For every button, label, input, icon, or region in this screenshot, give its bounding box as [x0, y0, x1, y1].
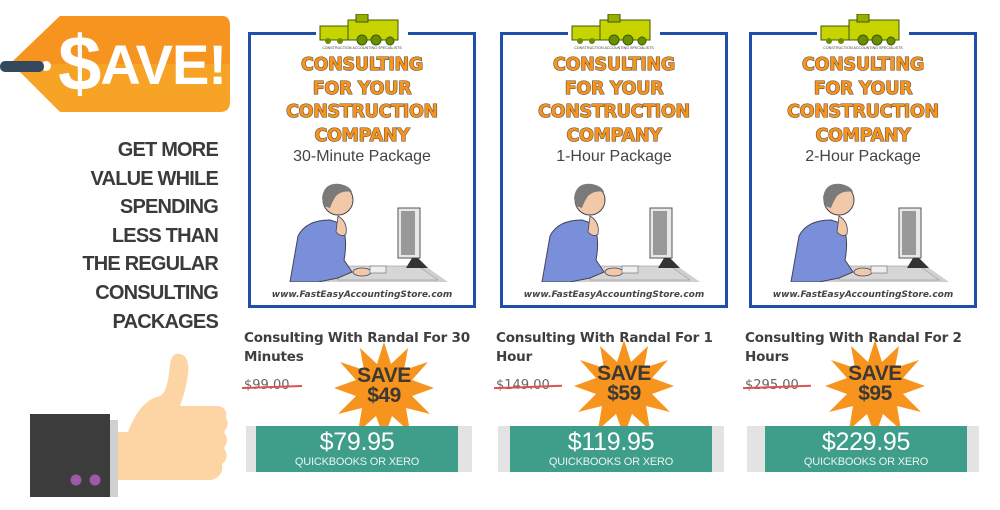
thumbs-up-icon	[30, 353, 228, 497]
cover-package-label: 30-Minute Package	[293, 148, 431, 165]
logo-caption: CONSTRUCTION ACCOUNTING SPECIALISTS	[823, 46, 903, 50]
price-subtitle: QUICKBOOKS OR XERO	[803, 456, 929, 468]
cover-title-line: FOR YOUR	[312, 78, 412, 99]
logo-caption: CONSTRUCTION ACCOUNTING SPECIALISTS	[574, 46, 654, 50]
train-logo-icon	[820, 14, 900, 46]
cover-title-line: CONSULTING	[553, 55, 676, 76]
product-cover-image[interactable]: CONSTRUCTION ACCOUNTING SPECIALISTS CONS…	[749, 14, 977, 310]
save-amount: $49	[367, 384, 401, 407]
cover-title-line: CONSTRUCTION	[787, 102, 940, 123]
cover-title: CONSULTING FOR YOUR CONSTRUCTION COMPANY	[500, 54, 728, 148]
cover-url: www.FastEasyAccountingStore.com	[523, 290, 705, 300]
product-card: CONSTRUCTION ACCOUNTING SPECIALISTS CONS…	[242, 0, 492, 510]
cover-package-label: 1-Hour Package	[556, 148, 672, 165]
save-amount: $59	[607, 382, 641, 405]
man-at-computer-illustration	[278, 176, 448, 282]
product-card: CONSTRUCTION ACCOUNTING SPECIALISTS CONS…	[743, 0, 993, 510]
cover-title-line: FOR YOUR	[564, 78, 664, 99]
save-amount: $95	[858, 382, 892, 405]
cover-title: CONSULTING FOR YOUR CONSTRUCTION COMPANY	[749, 54, 977, 148]
tag-dollar: $	[58, 19, 101, 107]
train-logo: CONSTRUCTION ACCOUNTING SPECIALISTS	[817, 14, 909, 54]
logo-caption: CONSTRUCTION ACCOUNTING SPECIALISTS	[322, 46, 402, 50]
save-tag-text: $AVE!	[58, 24, 227, 102]
product-card: CONSTRUCTION ACCOUNTING SPECIALISTS CONS…	[494, 0, 744, 510]
cover-url: www.FastEasyAccountingStore.com	[271, 290, 453, 300]
man-at-computer-illustration	[530, 176, 700, 282]
promo-line: CONSULTING	[95, 281, 219, 304]
train-logo-icon	[319, 14, 399, 46]
cover-title-line: FOR YOUR	[813, 78, 913, 99]
buy-button[interactable]: $119.95 QUICKBOOKS OR XERO	[510, 426, 712, 472]
man-at-computer-illustration	[779, 176, 949, 282]
cover-title-line: COMPANY	[314, 125, 410, 146]
man-at-computer-icon	[790, 183, 949, 282]
save-label: SAVE	[597, 362, 651, 385]
savings-badge: SAVE $95	[825, 340, 925, 436]
thumbs-up-illustration	[30, 352, 230, 497]
buy-button-wrapper: $229.95 QUICKBOOKS OR XERO	[747, 426, 979, 472]
promo-line: THE REGULAR	[82, 253, 218, 276]
original-price: $295.00	[745, 378, 799, 393]
original-price: $99.00	[244, 378, 290, 393]
savings-badge: SAVE $49	[334, 342, 434, 438]
buy-button[interactable]: $229.95 QUICKBOOKS OR XERO	[765, 426, 967, 472]
sale-price: $79.95	[319, 428, 395, 456]
promo-headline: GET MORE VALUE WHILE SPENDING LESS THAN …	[40, 136, 218, 336]
buy-button[interactable]: $79.95 QUICKBOOKS OR XERO	[256, 426, 458, 472]
man-at-computer-icon	[541, 183, 700, 282]
cover-title-line: CONSTRUCTION	[286, 102, 439, 123]
cover-url: www.FastEasyAccountingStore.com	[772, 290, 954, 300]
promo-line: LESS THAN	[111, 224, 219, 247]
buy-button-wrapper: $79.95 QUICKBOOKS OR XERO	[246, 426, 472, 472]
cover-title-line: CONSULTING	[301, 55, 424, 76]
buy-button-wrapper: $119.95 QUICKBOOKS OR XERO	[498, 426, 724, 472]
cover-title-line: COMPANY	[566, 125, 662, 146]
save-price-tag: $AVE!	[0, 14, 232, 114]
product-cover-image[interactable]: CONSTRUCTION ACCOUNTING SPECIALISTS CONS…	[500, 14, 728, 310]
savings-badge: SAVE $59	[574, 340, 674, 436]
train-logo-icon	[571, 14, 651, 46]
promo-line: VALUE WHILE	[90, 167, 219, 190]
original-price: $149.00	[496, 378, 550, 393]
train-logo: CONSTRUCTION ACCOUNTING SPECIALISTS	[316, 14, 408, 54]
product-cover-image[interactable]: CONSTRUCTION ACCOUNTING SPECIALISTS CONS…	[248, 14, 476, 310]
promo-line: GET MORE	[117, 139, 219, 161]
cover-title: CONSULTING FOR YOUR CONSTRUCTION COMPANY	[248, 54, 476, 148]
save-label: SAVE	[357, 364, 411, 387]
cover-package-label: 2-Hour Package	[805, 148, 921, 165]
cover-title-line: COMPANY	[815, 125, 911, 146]
man-at-computer-icon	[289, 183, 448, 282]
cover-title-line: CONSULTING	[802, 55, 925, 76]
price-subtitle: QUICKBOOKS OR XERO	[548, 456, 674, 468]
price-subtitle: QUICKBOOKS OR XERO	[294, 456, 420, 468]
promo-line: PACKAGES	[112, 310, 219, 333]
sale-price: $119.95	[567, 428, 655, 456]
promo-line: SPENDING	[119, 196, 219, 219]
cover-title-line: CONSTRUCTION	[538, 102, 691, 123]
train-logo: CONSTRUCTION ACCOUNTING SPECIALISTS	[568, 14, 660, 54]
save-label: SAVE	[848, 362, 902, 385]
sale-price: $229.95	[821, 428, 911, 456]
tag-word: AVE!	[100, 33, 227, 96]
